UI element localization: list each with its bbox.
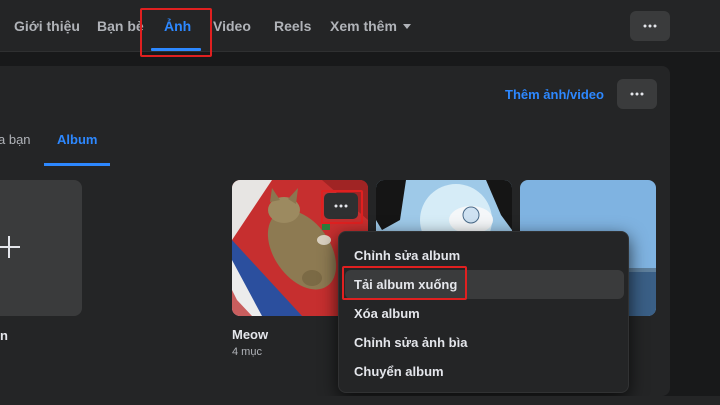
tab-see-more-label: Xem thêm — [330, 18, 397, 34]
album-options-menu: Chỉnh sửa album Tải album xuống Xóa albu… — [338, 231, 629, 393]
menu-item-move-album[interactable]: Chuyển album — [345, 357, 624, 386]
active-tab-indicator — [151, 48, 201, 51]
album-title[interactable]: Meow — [232, 327, 268, 342]
tab-reels[interactable]: Reels — [274, 0, 311, 52]
photos-more-button[interactable] — [617, 79, 657, 109]
create-album-label: n — [0, 328, 8, 343]
active-subtab-indicator — [44, 163, 110, 166]
album-more-button[interactable] — [324, 193, 358, 219]
menu-item-edit-album[interactable]: Chỉnh sửa album — [345, 241, 624, 270]
add-photo-video-link[interactable]: Thêm ảnh/video — [505, 87, 604, 102]
tab-about[interactable]: Giới thiệu — [14, 0, 80, 52]
tab-photos[interactable]: Ảnh — [164, 0, 191, 52]
more-horizontal-icon — [334, 204, 348, 208]
more-horizontal-icon — [630, 92, 644, 96]
subtab-albums[interactable]: Album — [57, 132, 97, 147]
album-item-count: 4 mục — [232, 346, 262, 358]
subtab-friend-photos[interactable]: a bạn — [0, 132, 31, 147]
next-section-edge — [0, 396, 720, 405]
tab-video[interactable]: Video — [213, 0, 251, 52]
menu-item-download-album[interactable]: Tải album xuống — [345, 270, 624, 299]
caret-down-icon — [402, 23, 411, 29]
menu-item-edit-cover[interactable]: Chỉnh sửa ảnh bìa — [345, 328, 624, 357]
menu-item-delete-album[interactable]: Xóa album — [345, 299, 624, 328]
tab-friends[interactable]: Bạn bè — [97, 0, 144, 52]
create-album-tile[interactable] — [0, 180, 82, 316]
profile-tab-bar: Giới thiệu Bạn bè Ảnh Video Reels Xem th… — [0, 0, 720, 52]
more-horizontal-icon — [643, 24, 657, 28]
profile-more-button[interactable] — [630, 11, 670, 41]
tab-see-more[interactable]: Xem thêm — [330, 0, 411, 52]
